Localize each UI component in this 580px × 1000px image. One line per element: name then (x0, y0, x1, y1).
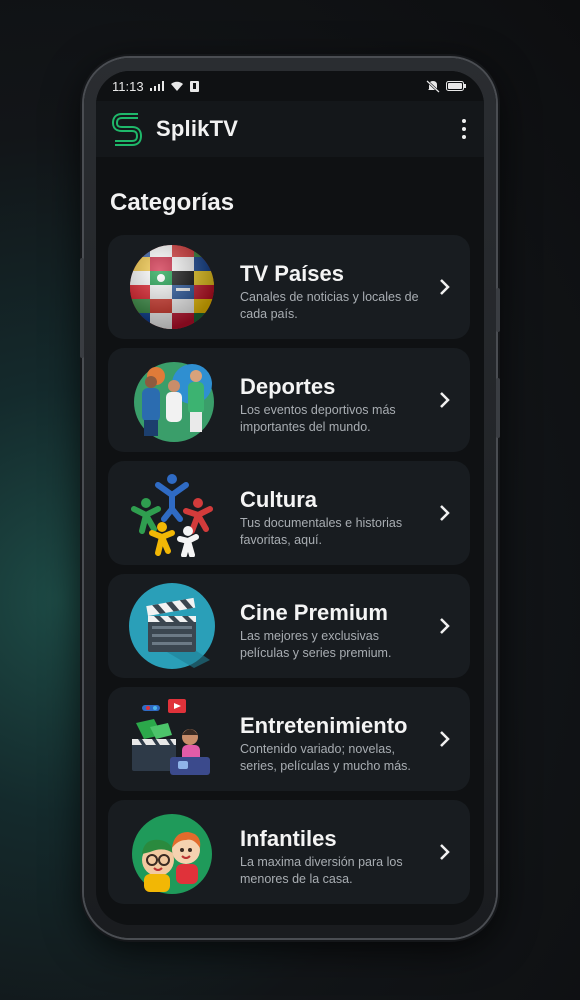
side-button (496, 378, 500, 438)
volume-button (80, 258, 84, 358)
chevron-right-icon (440, 731, 450, 747)
app-screen: 11:13 SplikTV Categorías TV Países Canal… (96, 71, 484, 925)
category-description: Los eventos deportivos más importantes d… (240, 403, 396, 434)
signal-icon (149, 81, 164, 91)
battery-icon (446, 81, 466, 91)
app-bar: SplikTV (96, 101, 484, 157)
chevron-right-icon (440, 279, 450, 295)
splik-logo-icon (112, 113, 142, 146)
category-card-infantiles[interactable]: Infantiles La maxima diversión para los … (108, 800, 470, 904)
category-description: La maxima diversión para los menores de … (240, 855, 403, 886)
clapperboard-icon (129, 583, 215, 669)
category-title: Entretenimiento (240, 713, 408, 738)
category-card-deportes[interactable]: Deportes Los eventos deportivos más impo… (108, 348, 470, 452)
app-title: SplikTV (156, 116, 239, 141)
status-bar: 11:13 (96, 71, 484, 101)
chevron-right-icon (440, 618, 450, 634)
wifi-icon (170, 81, 183, 91)
world-flags-globe-icon (130, 245, 214, 329)
chevron-right-icon (440, 844, 450, 860)
category-description: Canales de noticias y locales de cada pa… (240, 290, 419, 321)
sports-athletes-icon (134, 362, 214, 442)
category-description: Tus documentales e historias favoritas, … (240, 516, 403, 547)
category-card-entretenimiento[interactable]: Entretenimiento Contenido variado; novel… (108, 687, 470, 791)
category-description: Contenido variado; novelas, series, pelí… (240, 742, 411, 773)
status-time: 11:13 (112, 78, 144, 94)
category-card-cultura[interactable]: Cultura Tus documentales e historias fav… (108, 461, 470, 565)
more-options-button[interactable] (454, 115, 474, 143)
entertainment-icon (132, 699, 210, 775)
category-title: Deportes (240, 374, 336, 399)
category-list: TV Países Canales de noticias y locales … (96, 235, 484, 904)
category-title: TV Países (240, 261, 344, 286)
chevron-right-icon (440, 392, 450, 408)
mute-icon (426, 79, 440, 93)
category-title: Cine Premium (240, 600, 388, 625)
category-card-cine-premium[interactable]: Cine Premium Las mejores y exclusivas pe… (108, 574, 470, 678)
kids-icon (132, 814, 212, 894)
culture-figures-icon (131, 474, 213, 557)
category-description: Las mejores y exclusivas películas y ser… (240, 629, 392, 660)
chevron-right-icon (440, 505, 450, 521)
category-title: Cultura (240, 487, 317, 512)
phone-frame: 11:13 SplikTV Categorías TV Países Canal… (80, 58, 500, 938)
power-button (496, 288, 500, 332)
notification-icon (189, 80, 199, 92)
section-title: Categorías (110, 189, 235, 216)
category-card-tv-paises[interactable]: TV Países Canales de noticias y locales … (108, 235, 470, 339)
category-title: Infantiles (240, 826, 337, 851)
